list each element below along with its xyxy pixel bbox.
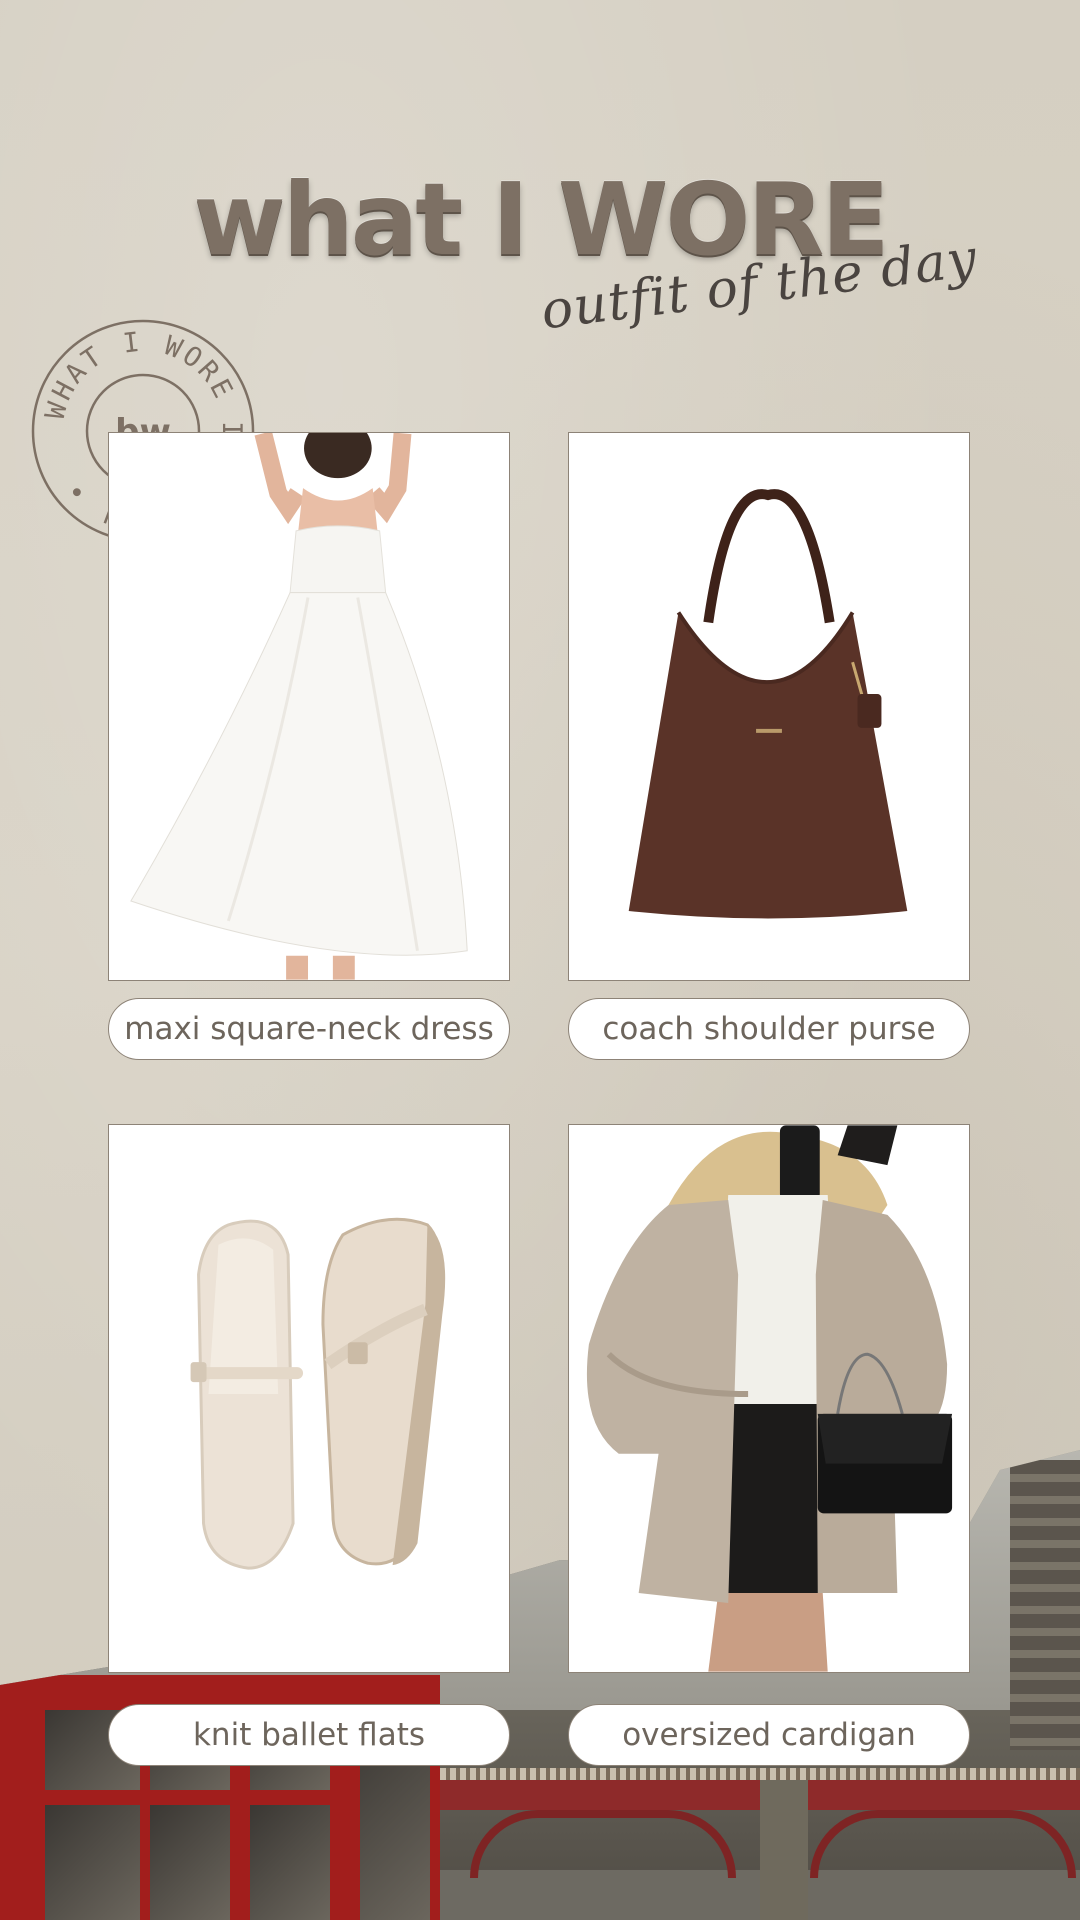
item-label-purse[interactable]: coach shoulder purse: [568, 998, 970, 1060]
brown-purse-image: [569, 433, 969, 980]
item-label-dress[interactable]: maxi square-neck dress: [108, 998, 510, 1060]
flats-image-card[interactable]: [108, 1124, 510, 1673]
item-label-cardigan[interactable]: oversized cardigan: [568, 1704, 970, 1766]
oversized-cardigan-image: [569, 1125, 969, 1672]
white-dress-image: [109, 433, 509, 980]
cardigan-image-card[interactable]: [568, 1124, 970, 1673]
dress-image-card[interactable]: [108, 432, 510, 981]
item-label-flats[interactable]: knit ballet flats: [108, 1704, 510, 1766]
ballet-flats-image: [109, 1125, 509, 1672]
purse-image-card[interactable]: [568, 432, 970, 981]
